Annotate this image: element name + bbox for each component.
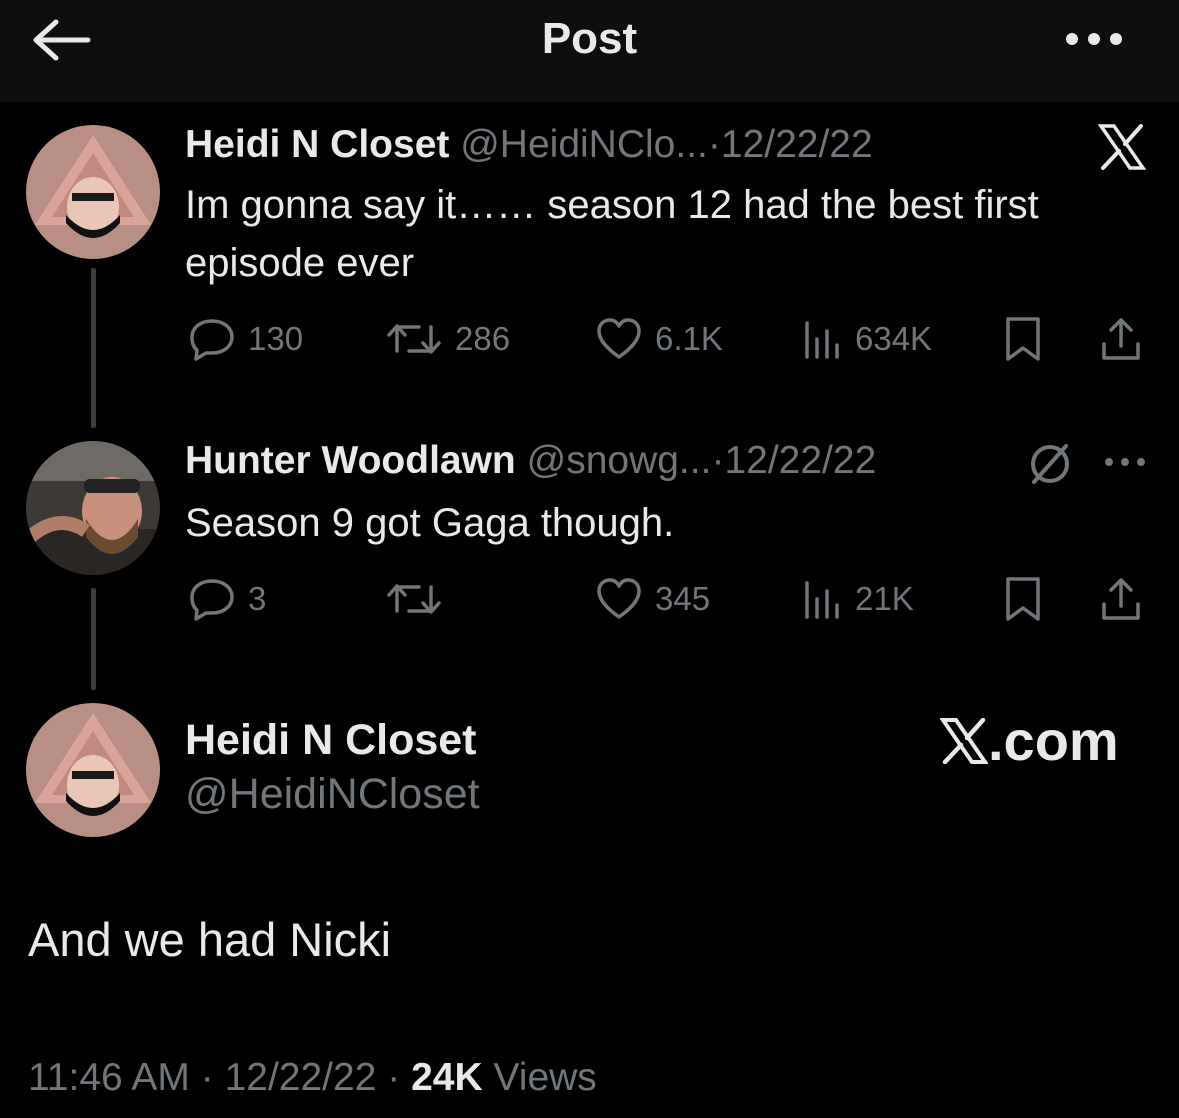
share-icon — [1102, 318, 1140, 360]
bookmark-icon — [1006, 577, 1040, 621]
thread-connector — [91, 588, 96, 690]
avatar-image — [26, 703, 160, 837]
post-date[interactable]: 12/22/22 — [721, 123, 873, 166]
post-date[interactable]: 12/22/22 — [724, 439, 876, 482]
bookmark-icon — [1006, 317, 1040, 361]
views-button[interactable]: 634K — [803, 314, 932, 364]
no-entry-badge — [1026, 440, 1074, 493]
share-button[interactable] — [1099, 314, 1143, 364]
reply-icon — [190, 319, 234, 361]
like-count: 345 — [655, 580, 711, 617]
page-title: Post — [541, 14, 638, 63]
avatar-image — [26, 125, 160, 259]
bookmark-button[interactable] — [1003, 314, 1043, 364]
repost-button[interactable] — [385, 574, 455, 624]
like-button[interactable]: 6.1K — [595, 314, 723, 364]
separator: · — [387, 1056, 401, 1099]
more-options-button[interactable] — [1103, 455, 1147, 474]
reply-button[interactable]: 3 — [188, 574, 266, 624]
bookmark-button[interactable] — [1003, 574, 1043, 624]
view-count: 634K — [855, 320, 933, 357]
avatar[interactable] — [26, 125, 160, 259]
more-options-button[interactable] — [1062, 28, 1126, 50]
like-count: 6.1K — [655, 320, 723, 357]
heart-icon — [597, 578, 641, 619]
avatar[interactable] — [26, 703, 160, 837]
repost-icon — [387, 324, 441, 354]
reply-count: 3 — [248, 580, 267, 617]
tweet-header: Heidi N Closet @HeidiNClo...·12/22/22 — [185, 122, 873, 168]
author-handle[interactable]: @HeidiNCloset — [185, 770, 480, 819]
separator: · — [707, 123, 721, 166]
separator: · — [200, 1056, 214, 1099]
author-name[interactable]: Hunter Woodlawn — [185, 439, 516, 482]
no-entry-icon — [1031, 444, 1069, 484]
tweet-actions: 3 345 21K — [185, 574, 1147, 624]
top-bar: Post — [0, 0, 1179, 102]
reply-button[interactable]: 130 — [188, 314, 303, 364]
x-badge — [1097, 124, 1147, 175]
author-handle[interactable]: @HeidiNClo... — [460, 123, 708, 166]
x-com-text: .com — [988, 709, 1119, 772]
views-count[interactable]: 24K — [411, 1056, 483, 1099]
author-name[interactable]: Heidi N Closet — [185, 123, 449, 166]
analytics-icon — [805, 321, 839, 359]
x-logo-icon — [1097, 124, 1147, 170]
tweet-header: Hunter Woodlawn @snowg...·12/22/22 — [185, 438, 876, 484]
like-button[interactable]: 345 — [595, 574, 710, 624]
share-icon — [1102, 578, 1140, 620]
post-time[interactable]: 11:46 AM — [28, 1056, 190, 1099]
avatar[interactable] — [26, 441, 160, 575]
heart-icon — [597, 318, 641, 359]
view-count: 21K — [855, 580, 914, 617]
author-name[interactable]: Heidi N Closet — [185, 716, 477, 765]
x-com-watermark: .com — [940, 708, 1119, 773]
post-date[interactable]: 12/22/22 — [225, 1056, 377, 1099]
tweet-text: Season 9 got Gaga though. — [185, 501, 675, 545]
more-horizontal-icon — [1105, 458, 1145, 466]
share-button[interactable] — [1099, 574, 1143, 624]
author-handle[interactable]: @snowg... — [527, 439, 712, 482]
thread-connector — [91, 268, 96, 428]
repost-button[interactable]: 286 — [385, 314, 510, 364]
views-button[interactable]: 21K — [803, 574, 914, 624]
repost-count: 286 — [455, 320, 511, 357]
post-meta: 11:46 AM · 12/22/22 · 24K Views — [28, 1056, 597, 1100]
separator: · — [711, 439, 725, 482]
more-horizontal-icon — [1066, 33, 1122, 45]
reply-count: 130 — [248, 320, 304, 357]
views-label: Views — [493, 1056, 597, 1099]
repost-icon — [387, 584, 441, 614]
avatar-image — [26, 441, 160, 575]
reply-icon — [190, 579, 234, 621]
analytics-icon — [805, 581, 839, 619]
tweet-actions: 130 286 6.1K 634K — [185, 314, 1147, 364]
tweet-text: Im gonna say it…… season 12 had the best… — [185, 183, 1039, 285]
post-text: And we had Nicki — [28, 913, 392, 966]
x-logo-icon — [940, 717, 988, 764]
